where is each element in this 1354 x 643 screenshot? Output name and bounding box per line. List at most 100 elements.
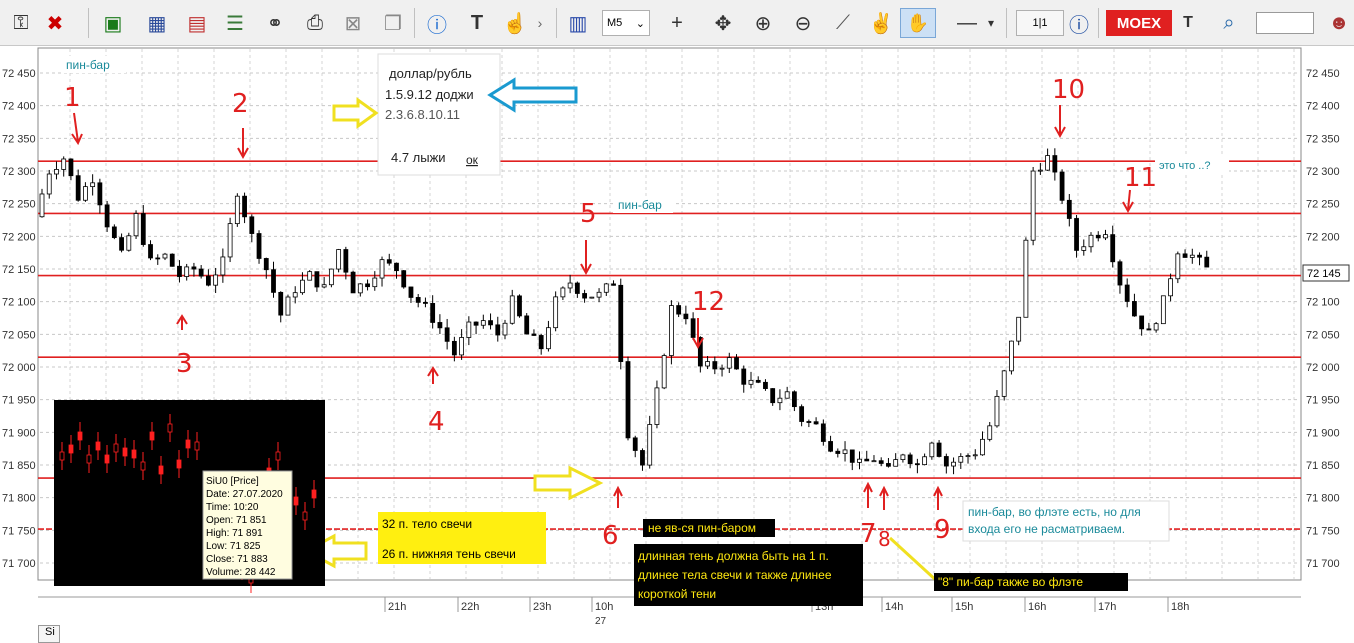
gesture-icon[interactable]: ☝ — [498, 8, 532, 38]
inset-candle-body — [68, 444, 74, 454]
candle-body — [640, 450, 645, 466]
candle-body — [1197, 254, 1202, 258]
not-pin-text: не яв-ся пин-баром — [648, 521, 756, 535]
zoom-out-icon[interactable]: ⊖ — [786, 8, 820, 38]
ruler-icon[interactable]: ⟋ — [826, 8, 860, 38]
hand-icon[interactable]: ✋ — [900, 8, 936, 38]
inset-candle-body — [86, 454, 92, 464]
y-tick-left: 72 100 — [2, 297, 36, 309]
extra-button[interactable]: T — [1176, 8, 1200, 38]
candle-body — [857, 458, 862, 463]
symbol-tab[interactable]: Si — [38, 625, 60, 643]
chart-type-icon[interactable]: ▥ — [562, 8, 594, 38]
grid-button[interactable]: 1|1 — [1016, 10, 1064, 36]
candle-body — [864, 458, 870, 462]
tooltip-close: Close: 71 883 — [206, 554, 268, 565]
mark-5: 5 — [580, 199, 597, 229]
candle-body — [625, 361, 631, 439]
candle-body — [191, 266, 197, 270]
flat8-text: "8" пи-бар также во флэте — [938, 575, 1083, 589]
candle-body — [748, 379, 754, 385]
y-tick-left: 72 150 — [2, 264, 36, 276]
tooltip-high: High: 71 891 — [206, 528, 263, 539]
chevron-right-icon[interactable]: › — [532, 8, 548, 38]
candle-body — [596, 291, 602, 298]
x-tick: 10h — [595, 601, 613, 613]
delete-icon[interactable]: ✖ — [40, 8, 70, 38]
candle-body — [813, 421, 819, 425]
moex-button[interactable]: MOEX — [1106, 10, 1172, 36]
chart-area[interactable]: 72 450 72 400 72 350 72 300 72 250 72 200 72 1… — [0, 46, 1354, 643]
timeframe-select[interactable]: M5 ⌄ — [602, 10, 650, 36]
pinbar-label-2: пин-бар — [618, 198, 662, 212]
candle-body — [618, 284, 624, 362]
line-chart-icon[interactable]: ▤ — [180, 8, 214, 38]
text-icon[interactable]: T — [460, 8, 494, 38]
peace-icon[interactable]: ✌ — [864, 8, 898, 38]
indicators-icon[interactable]: ☰ — [218, 8, 252, 38]
y-tick-left: 71 850 — [2, 460, 36, 472]
zoom-in-icon[interactable]: ⊕ — [746, 8, 780, 38]
x-tick: 14h — [885, 601, 903, 613]
candle-body — [495, 324, 501, 336]
search-input[interactable] — [1256, 12, 1314, 34]
candle-body — [980, 438, 985, 456]
portfolio-icon[interactable]: ⌕ — [1212, 8, 1246, 38]
candle-body — [213, 274, 219, 286]
candle-body — [524, 315, 530, 335]
candle-body — [654, 387, 660, 425]
candle-body — [900, 454, 906, 460]
info-icon[interactable]: ⓘ — [1066, 8, 1092, 38]
bar-chart-icon[interactable]: ▦ — [140, 8, 174, 38]
candle-body — [162, 253, 168, 259]
candle-body — [1066, 199, 1072, 219]
candle-body — [1139, 315, 1145, 330]
candle-body — [386, 259, 392, 264]
inset-candle-body — [149, 431, 155, 441]
key-icon[interactable]: ⚿ — [6, 8, 36, 38]
candle-body — [683, 313, 689, 320]
candle-body — [473, 321, 479, 326]
candle-body — [755, 379, 761, 383]
candle-body — [1016, 316, 1022, 342]
tooltip-open: Open: 71 851 — [206, 515, 267, 526]
candle-body — [777, 397, 783, 404]
candle-body — [690, 318, 696, 338]
new-chart-icon[interactable]: ▣ — [96, 8, 130, 38]
mark-10: 10 — [1052, 75, 1085, 105]
y-tick-left: 72 050 — [2, 329, 36, 341]
search-doc-icon[interactable]: ⎙ — [298, 8, 332, 38]
candle-body — [140, 213, 146, 245]
candle-body — [712, 361, 718, 370]
crosshair-icon[interactable]: + — [660, 8, 694, 38]
line-dropdown-icon[interactable]: ▾ — [984, 8, 998, 38]
x-tick: 21h — [388, 601, 406, 613]
toolbar: ⚿ ✖ ▣ ▦ ▤ ☰ ⚭ ⎙ ⊠ ❐ ⓘ T ☝ › ▥ M5 ⌄ + ✥ ⊕ … — [0, 0, 1354, 46]
mark-4: 4 — [428, 407, 445, 437]
candle-body — [907, 454, 913, 465]
body-text: 32 п. тело свечи — [382, 517, 472, 531]
candle-body — [1059, 171, 1065, 201]
y-tick-left: 71 900 — [2, 427, 36, 439]
grid-label: 1|1 — [1032, 17, 1048, 29]
candle-body — [408, 286, 414, 298]
y-tick-right: 72 350 — [1306, 133, 1340, 145]
candle-body — [1110, 234, 1116, 263]
copy-icon[interactable]: ❐ — [376, 8, 410, 38]
candle-body — [1009, 340, 1014, 372]
candle-body — [965, 455, 971, 458]
legend-title: доллар/рубль — [389, 66, 472, 81]
candle-body — [1095, 234, 1101, 239]
tooltip-volume: Volume: 28 442 — [206, 567, 276, 578]
mark-8: 8 — [878, 527, 891, 551]
line-icon[interactable]: — — [950, 8, 984, 38]
close-doc-icon[interactable]: ⊠ — [336, 8, 370, 38]
alert-icon[interactable]: ⓘ — [420, 8, 454, 38]
x-tick: 18h — [1171, 601, 1189, 613]
handshake-icon[interactable]: ⚭ — [258, 8, 292, 38]
y-tick-right: 72 250 — [1306, 199, 1340, 211]
candle-body — [632, 437, 638, 451]
price-chart[interactable]: 72 450 72 400 72 350 72 300 72 250 72 200 72 1… — [0, 46, 1354, 633]
person-icon[interactable]: ☻ — [1326, 8, 1352, 38]
move-icon[interactable]: ✥ — [706, 8, 740, 38]
